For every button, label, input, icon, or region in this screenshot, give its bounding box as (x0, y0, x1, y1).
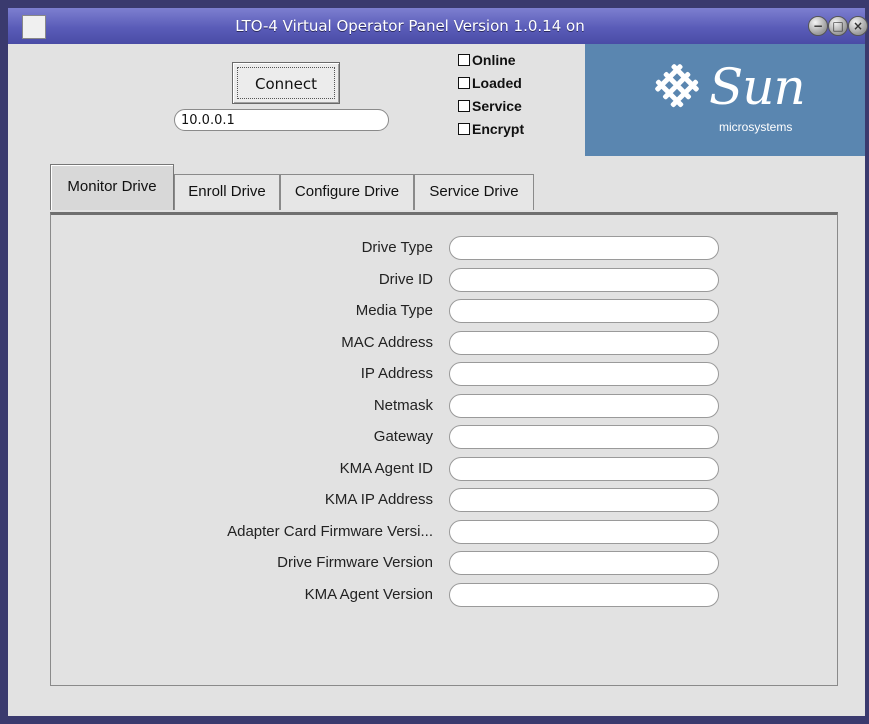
service-label: Service (472, 97, 522, 114)
kma-agent-id-label: KMA Agent ID (339, 459, 433, 477)
drive-id-label: Drive ID (378, 270, 433, 288)
ip-address-label: IP Address (360, 365, 433, 382)
field-row-kma-agent-version: KMA Agent Version (51, 582, 837, 608)
encrypt-checkbox[interactable] (458, 122, 470, 135)
tab-configure-drive[interactable]: Configure Drive (280, 174, 414, 210)
sun-logo-text: Sun (709, 58, 806, 116)
window-bottom-border (8, 716, 865, 724)
field-row-adapter-card-firmware: Adapter Card Firmware Versi... (51, 519, 837, 545)
sun-logo-icon (655, 64, 699, 108)
maximize-icon[interactable]: □ (828, 16, 848, 36)
loaded-label: Loaded (472, 74, 522, 91)
field-row-mac-address: MAC Address (51, 330, 837, 356)
adapter-card-firmware-label: Adapter Card Firmware Versi... (227, 522, 433, 540)
ip-address-field[interactable] (449, 362, 719, 386)
kma-agent-version-field[interactable] (449, 582, 719, 607)
gateway-field[interactable] (449, 425, 719, 449)
kma-agent-id-field[interactable] (449, 456, 719, 481)
service-checkbox[interactable] (458, 99, 470, 112)
media-type-field[interactable] (449, 299, 719, 323)
close-icon[interactable]: × (848, 16, 868, 36)
field-row-media-type: Media Type (51, 298, 837, 324)
app-window: LTO-4 Virtual Operator Panel Version 1.0… (0, 0, 869, 724)
window-title: LTO-4 Virtual Operator Panel Version 1.0… (235, 17, 585, 35)
gateway-label: Gateway (373, 428, 433, 445)
tab-enroll-drive[interactable]: Enroll Drive (174, 174, 280, 210)
status-checkbox-list: Online Loaded Service Encrypt (458, 48, 568, 140)
field-row-kma-agent-id: KMA Agent ID (51, 456, 837, 482)
drive-id-field[interactable] (449, 267, 719, 292)
drive-firmware-version-label: Drive Firmware Version (277, 554, 433, 571)
mac-address-label: MAC Address (341, 333, 433, 351)
sun-logo-panel: Sun microsystems (585, 44, 865, 156)
online-label: Online (472, 51, 516, 68)
drive-type-field[interactable] (449, 236, 719, 260)
status-service[interactable]: Service (458, 94, 568, 117)
client-area: Connect Online Loaded Service Encrypt (8, 44, 865, 716)
field-row-gateway: Gateway (51, 424, 837, 450)
status-loaded[interactable]: Loaded (458, 71, 568, 94)
mac-address-field[interactable] (449, 330, 719, 355)
field-row-ip-address: IP Address (51, 361, 837, 387)
netmask-label: Netmask (373, 396, 433, 414)
tab-monitor-drive[interactable]: Monitor Drive (50, 164, 174, 210)
kma-ip-address-field[interactable] (449, 488, 719, 512)
connect-button-label: Connect (237, 67, 335, 99)
field-row-drive-id: Drive ID (51, 267, 837, 293)
sun-logo-subtext: microsystems (719, 120, 793, 134)
window-menu-icon[interactable] (22, 15, 46, 39)
drive-firmware-version-field[interactable] (449, 551, 719, 575)
field-row-drive-type: Drive Type (51, 235, 837, 261)
monitor-drive-panel: Drive Type Drive ID Media Type MAC Addre… (50, 212, 838, 686)
encrypt-label: Encrypt (472, 120, 525, 137)
minimize-icon[interactable]: − (808, 16, 828, 36)
field-row-netmask: Netmask (51, 393, 837, 419)
status-encrypt[interactable]: Encrypt (458, 117, 568, 140)
adapter-card-firmware-field[interactable] (449, 519, 719, 544)
netmask-field[interactable] (449, 393, 719, 418)
ip-address-input[interactable] (174, 109, 389, 131)
drive-type-label: Drive Type (361, 239, 433, 256)
title-bar[interactable]: LTO-4 Virtual Operator Panel Version 1.0… (8, 8, 868, 45)
kma-ip-address-label: KMA IP Address (324, 491, 433, 508)
field-row-drive-firmware-version: Drive Firmware Version (51, 550, 837, 576)
connect-button[interactable]: Connect (232, 62, 340, 104)
media-type-label: Media Type (355, 302, 433, 319)
kma-agent-version-label: KMA Agent Version (304, 585, 433, 603)
tab-service-drive[interactable]: Service Drive (414, 174, 534, 210)
online-checkbox[interactable] (458, 53, 470, 66)
loaded-checkbox[interactable] (458, 76, 470, 89)
field-row-kma-ip-address: KMA IP Address (51, 487, 837, 513)
status-online[interactable]: Online (458, 48, 568, 71)
